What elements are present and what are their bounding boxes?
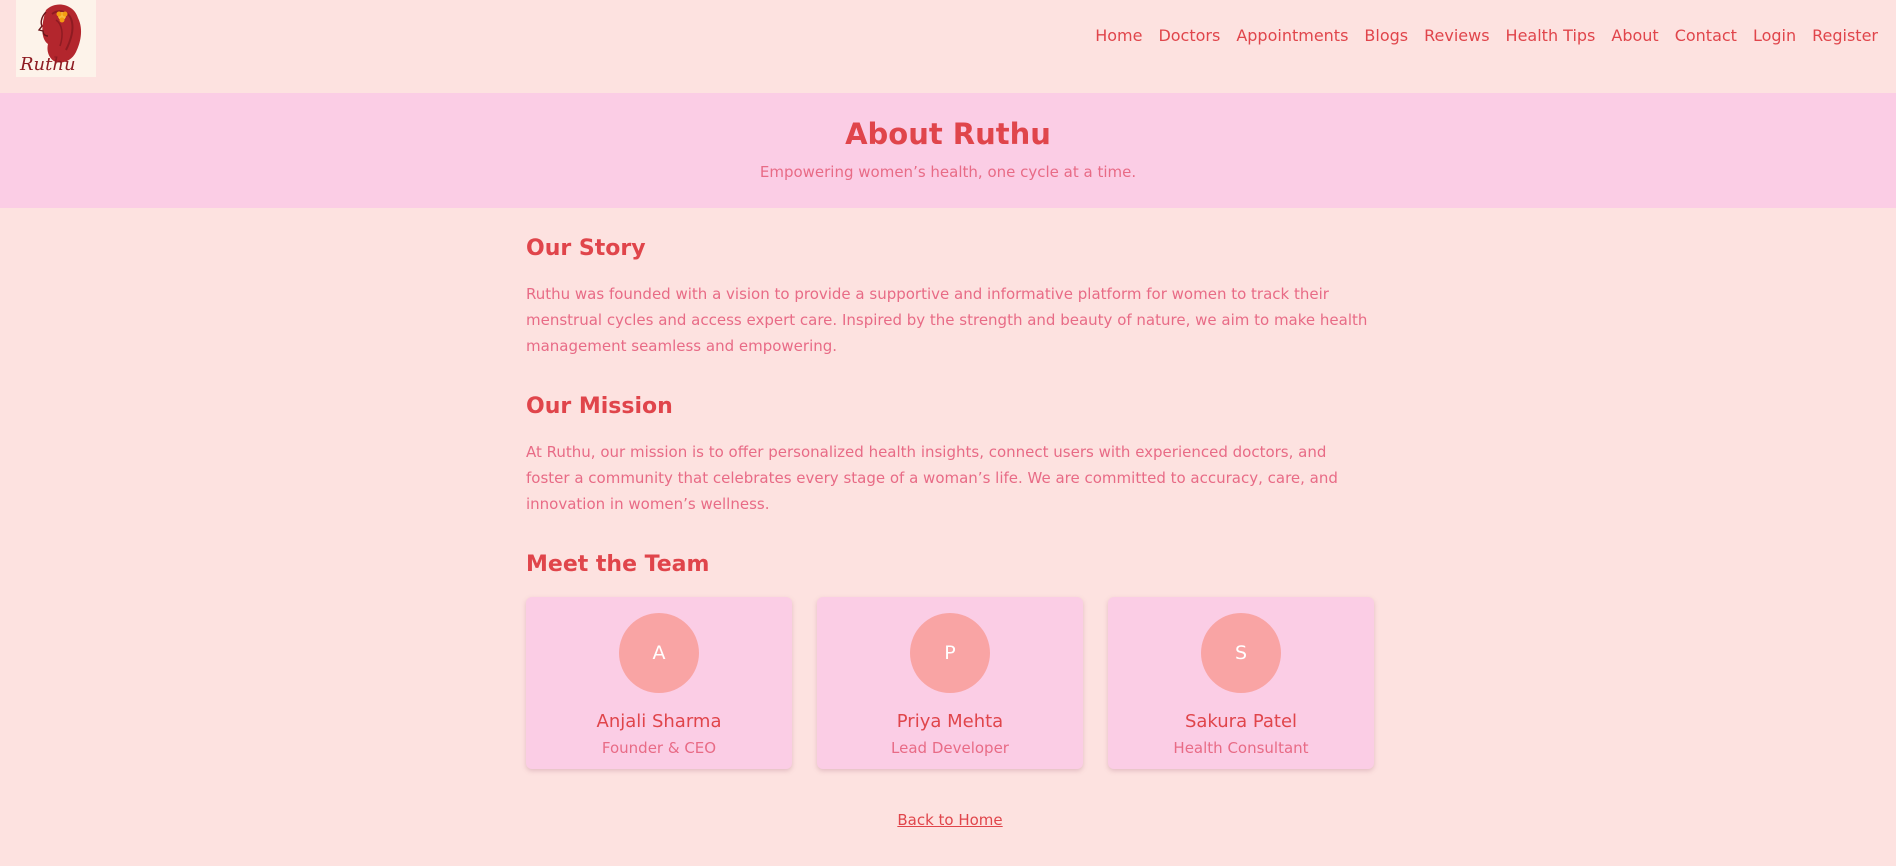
team-grid: A Anjali Sharma Founder & CEO P Priya Me… <box>526 597 1374 769</box>
hero-banner: About Ruthu Empowering women’s health, o… <box>0 93 1896 208</box>
nav-contact[interactable]: Contact <box>1667 26 1745 45</box>
avatar: A <box>619 613 699 693</box>
story-text: Ruthu was founded with a vision to provi… <box>526 285 1368 355</box>
team-card: P Priya Mehta Lead Developer <box>817 597 1083 769</box>
avatar: P <box>910 613 990 693</box>
main-nav: Home Doctors Appointments Blogs Reviews … <box>1087 26 1886 45</box>
svg-text:Ruthu: Ruthu <box>19 54 76 75</box>
member-role: Lead Developer <box>891 739 1009 757</box>
nav-appointments[interactable]: Appointments <box>1228 26 1356 45</box>
team-card: A Anjali Sharma Founder & CEO <box>526 597 792 769</box>
team-heading: Meet the Team <box>526 552 710 577</box>
member-name: Sakura Patel <box>1184 711 1298 732</box>
back-to-home-link[interactable]: Back to Home <box>897 811 1002 829</box>
nav-about[interactable]: About <box>1603 26 1666 45</box>
member-role: Founder & CEO <box>601 739 717 757</box>
page-subtitle: Empowering women’s health, one cycle at … <box>759 163 1137 181</box>
nav-blogs[interactable]: Blogs <box>1356 26 1416 45</box>
member-name: Anjali Sharma <box>596 711 722 732</box>
team-card: S Sakura Patel Health Consultant <box>1108 597 1374 769</box>
member-role: Health Consultant <box>1173 739 1309 757</box>
ruthu-logo[interactable]: Ruthu <box>16 0 96 77</box>
nav-reviews[interactable]: Reviews <box>1416 26 1497 45</box>
woman-silhouette-logo-icon: Ruthu <box>19 4 82 75</box>
nav-home[interactable]: Home <box>1087 26 1150 45</box>
navbar: Ruthu Home Doctors Appointments Blogs Re… <box>0 0 1896 93</box>
back-link-container: Back to Home <box>526 810 1374 829</box>
mission-text: At Ruthu, our mission is to offer person… <box>526 443 1338 513</box>
page-title: About Ruthu <box>845 117 1051 151</box>
story-heading: Our Story <box>526 236 646 261</box>
nav-doctors[interactable]: Doctors <box>1150 26 1228 45</box>
nav-login[interactable]: Login <box>1745 26 1804 45</box>
nav-health-tips[interactable]: Health Tips <box>1498 26 1604 45</box>
member-name: Priya Mehta <box>896 711 1004 732</box>
avatar: S <box>1201 613 1281 693</box>
mission-heading: Our Mission <box>526 394 673 419</box>
nav-register[interactable]: Register <box>1804 26 1886 45</box>
